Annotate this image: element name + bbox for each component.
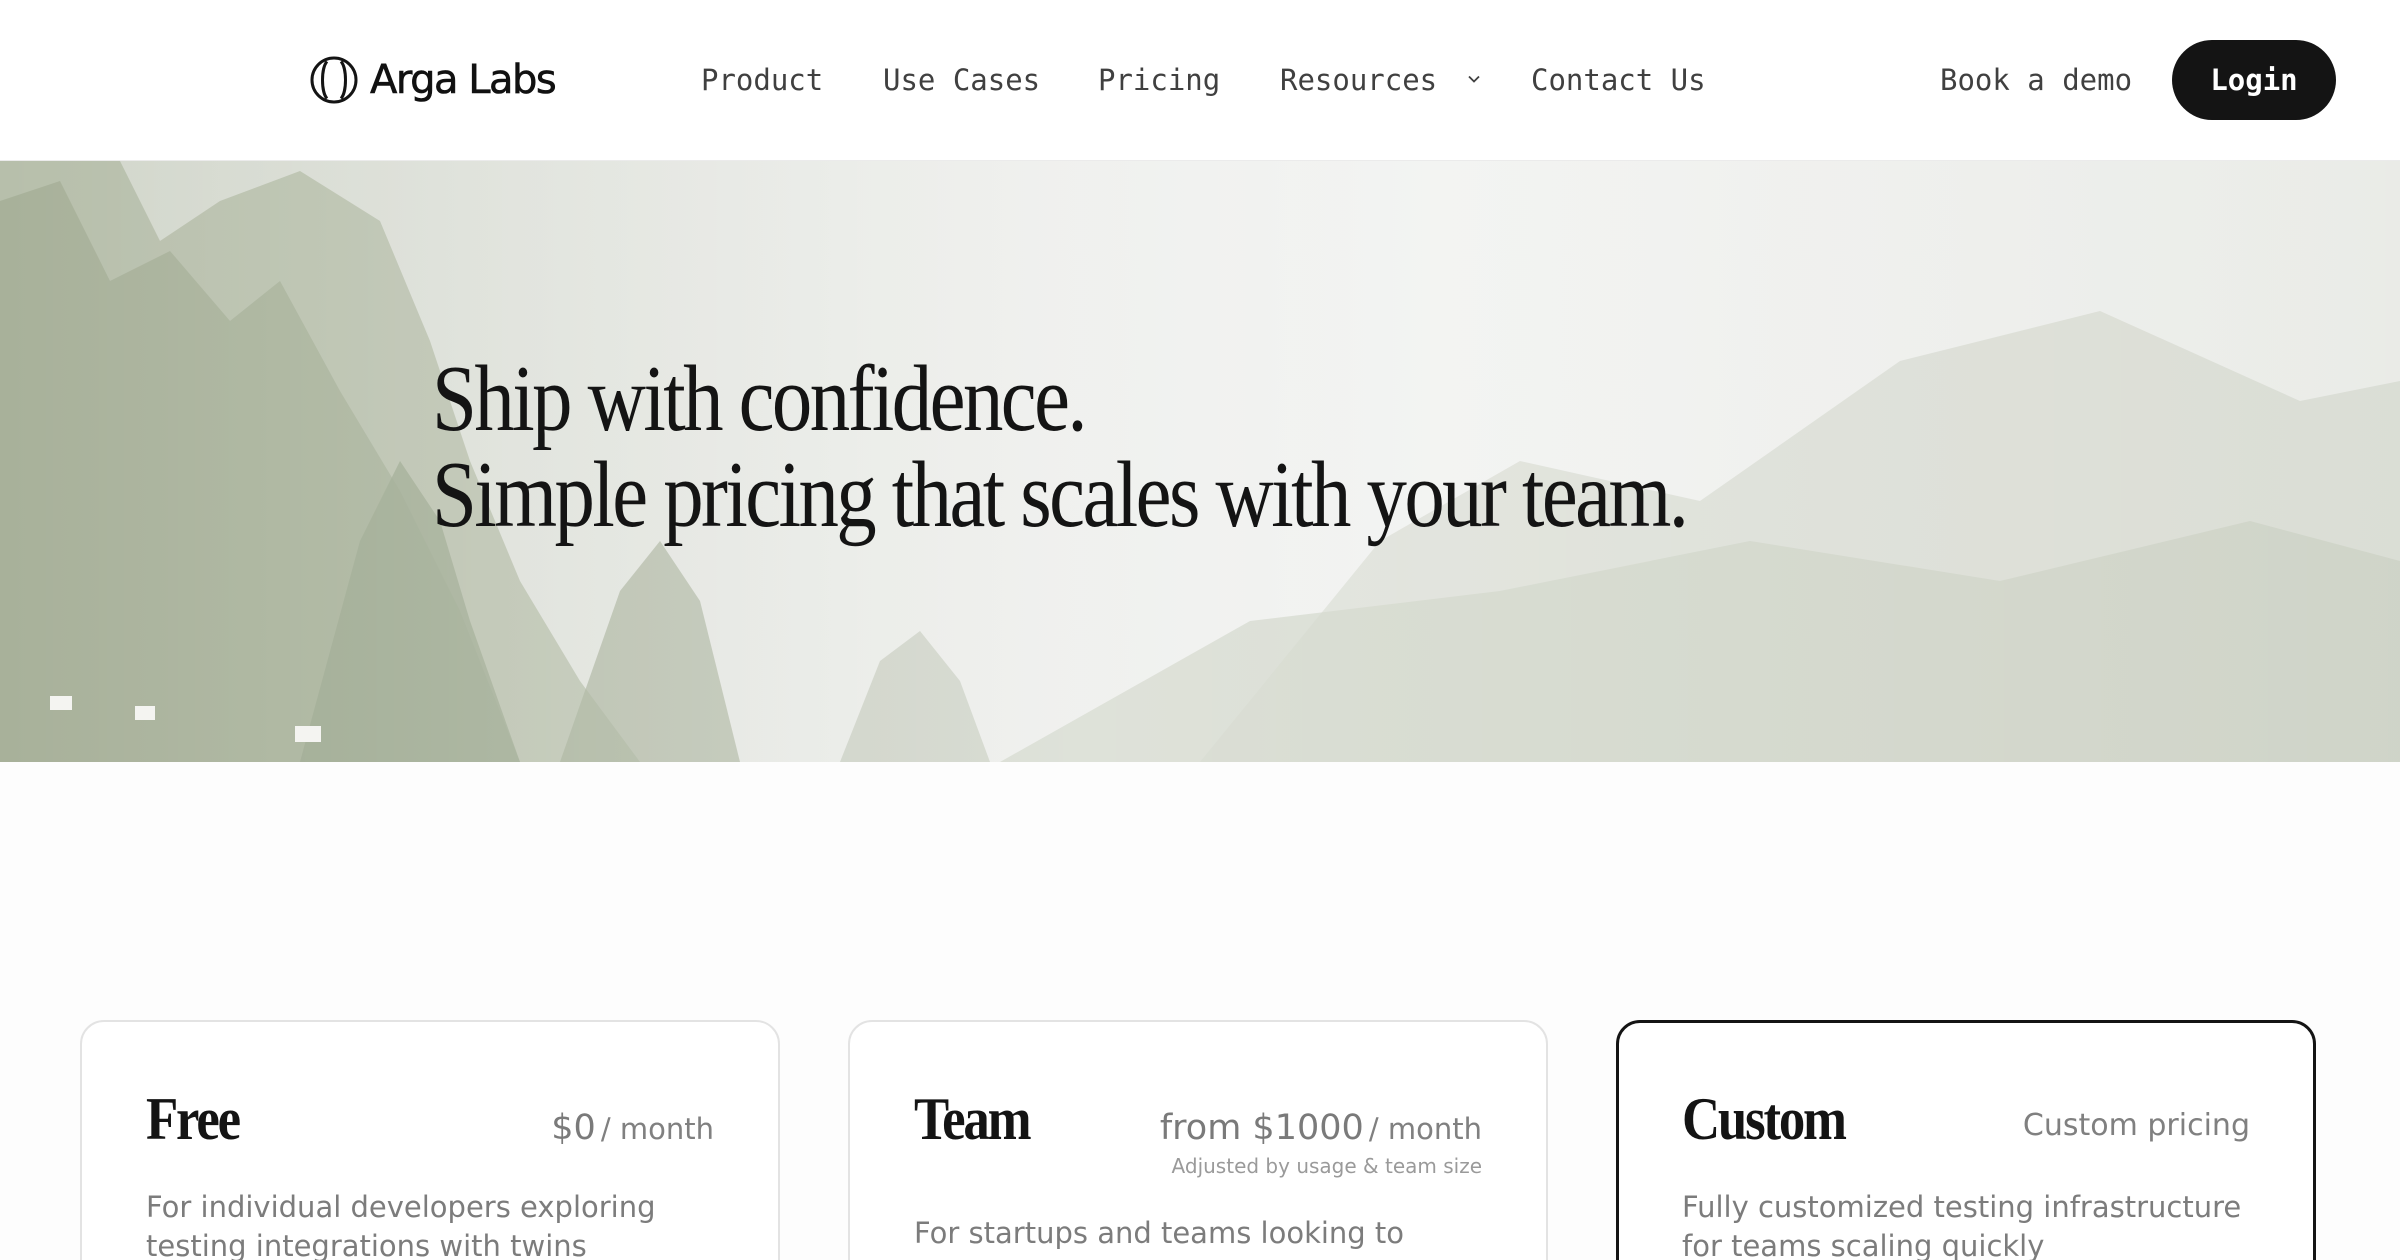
circle-split-icon (310, 56, 358, 104)
hero-title: Ship with confidence. Simple pricing tha… (432, 347, 1689, 547)
plan-card-custom[interactable]: Custom Custom pricing Fully customized t… (1616, 1020, 2316, 1260)
plan-description: For individual developers exploring test… (146, 1190, 656, 1260)
hero-section: Ship with confidence. Simple pricing tha… (0, 161, 2400, 762)
plan-card-free[interactable]: Free $0 / month For individual developer… (80, 1020, 780, 1260)
plan-name: Free (146, 1086, 241, 1152)
nav-item-resources[interactable]: Resources (1280, 56, 1481, 104)
price-note: Adjusted by usage & team size (1171, 1154, 1482, 1178)
plan-price: Custom pricing (2023, 1108, 2250, 1143)
nav-item-use-cases[interactable]: Use Cases (883, 56, 1040, 104)
price-amount: $0 (551, 1108, 596, 1148)
login-button[interactable]: Login (2172, 40, 2336, 120)
nav-item-product[interactable]: Product (701, 56, 823, 104)
hero-title-line-1: Ship with confidence. (432, 347, 1088, 451)
nav-item-resources-label: Resources (1280, 63, 1438, 97)
site-header: Arga Labs Product Use Cases Pricing Reso… (0, 0, 2400, 161)
plan-card-team[interactable]: Team from $1000 / month Adjusted by usag… (848, 1020, 1548, 1260)
plan-name: Team (914, 1086, 1032, 1152)
price-unit: / month (1368, 1112, 1482, 1146)
brand-logo[interactable]: Arga Labs (310, 52, 557, 108)
plan-price: $0 / month (551, 1108, 714, 1148)
plan-description: Fully customized testing infrastructure … (1682, 1190, 2242, 1260)
price-text: Custom pricing (2022, 1108, 2250, 1143)
nav-item-pricing[interactable]: Pricing (1098, 56, 1220, 104)
price-unit: / month (600, 1112, 714, 1146)
brand-name: Arga Labs (370, 57, 557, 104)
price-amount: from $1000 (1159, 1108, 1364, 1148)
hero-title-line-2: Simple pricing that scales with your tea… (432, 443, 1689, 547)
chevron-down-icon (1467, 75, 1480, 83)
plan-description: For startups and teams looking to (914, 1216, 1405, 1250)
nav-item-contact-us[interactable]: Contact Us (1531, 56, 1706, 104)
plan-price: from $1000 / month Adjusted by usage & t… (1160, 1108, 1482, 1178)
book-demo-link[interactable]: Book a demo (1940, 56, 2132, 104)
plan-name: Custom (1682, 1086, 1847, 1152)
